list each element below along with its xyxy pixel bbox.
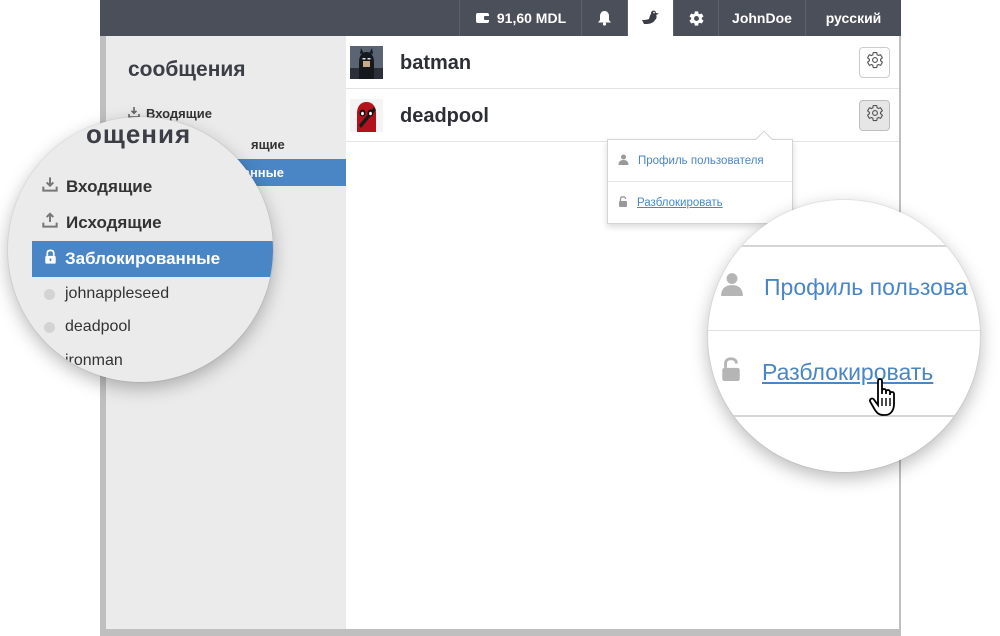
duck-tab[interactable]	[627, 0, 673, 36]
notifications-button[interactable]	[581, 0, 627, 36]
window-border	[100, 629, 901, 636]
user-actions-dropdown: Профиль пользователя Разблокировать	[607, 130, 793, 224]
language-label: русский	[825, 10, 882, 26]
user-menu[interactable]: JohnDoe	[718, 0, 805, 36]
username-label: JohnDoe	[732, 10, 792, 26]
zoomed-user-item: deadpool	[44, 318, 131, 336]
status-dot	[44, 321, 55, 333]
zoomed-divider	[708, 415, 980, 417]
list-item[interactable]: deadpool	[346, 89, 899, 142]
gear-icon	[866, 51, 884, 74]
username: batman	[400, 52, 472, 74]
row-settings-button[interactable]	[859, 100, 890, 131]
zoom-lens-dropdown: Профиль пользова Разблокировать	[708, 200, 980, 472]
list-item[interactable]: batman	[346, 36, 899, 89]
zoomed-item-label: Заблокированные	[65, 249, 221, 268]
menu-item-label: Разблокировать	[637, 197, 723, 209]
zoomed-item-label: Входящие	[66, 176, 153, 196]
sidebar-title: сообщения	[128, 58, 246, 81]
user-icon	[618, 154, 629, 168]
row-settings-button[interactable]	[859, 47, 890, 78]
duck-icon	[641, 9, 661, 27]
zoomed-user-label: ironman	[65, 352, 123, 369]
zoomed-divider	[708, 330, 980, 331]
bell-icon	[597, 10, 612, 26]
zoomed-menu-label: Профиль пользова	[764, 273, 968, 300]
gear-icon	[866, 104, 884, 127]
zoomed-user-label: johnappleseed	[65, 285, 170, 302]
username: deadpool	[400, 105, 489, 127]
unlock-icon	[618, 196, 628, 210]
settings-button[interactable]	[673, 0, 718, 36]
menu-item-unblock[interactable]: Разблокировать	[608, 182, 792, 224]
avatar	[350, 46, 383, 79]
gear-icon	[688, 10, 705, 27]
outbox-icon	[42, 212, 58, 233]
zoomed-item-blocked: Заблокированные	[32, 241, 273, 277]
zoomed-title-fragment: ощения	[86, 119, 192, 149]
inbox-icon	[42, 176, 58, 197]
zoomed-item-outbox: Исходящие	[42, 212, 162, 233]
zoomed-divider	[708, 245, 980, 247]
avatar	[350, 99, 383, 132]
zoomed-user-item: ironman	[44, 352, 123, 370]
sidebar-item-outbox[interactable]: ящие	[251, 137, 285, 152]
menu-item-profile[interactable]: Профиль пользователя	[608, 140, 792, 182]
zoomed-user-item: johnappleseed	[44, 285, 169, 303]
lock-icon	[44, 249, 57, 269]
zoomed-item-label: Исходящие	[66, 212, 162, 232]
zoomed-menu-profile: Профиль пользова	[720, 272, 968, 302]
user-icon	[720, 272, 744, 302]
language-selector[interactable]: русский	[805, 0, 901, 36]
zoomed-menu-label: Разблокировать	[762, 358, 934, 385]
zoomed-item-inbox: Входящие	[42, 176, 152, 197]
hand-cursor-icon	[868, 378, 902, 423]
unlock-icon	[720, 357, 742, 387]
wallet-icon	[475, 11, 491, 25]
status-dot	[44, 288, 55, 300]
balance-button[interactable]: 91,60 MDL	[459, 0, 581, 36]
top-navbar: 91,60 MDL JohnDoe русский	[100, 0, 901, 36]
zoomed-user-label: deadpool	[65, 318, 131, 335]
menu-item-label: Профиль пользователя	[638, 154, 764, 167]
balance-amount: 91,60 MDL	[496, 10, 567, 26]
zoom-lens-sidebar: ощения Входящие Исходящие Заблокированны…	[8, 117, 273, 382]
status-dot	[44, 355, 55, 367]
